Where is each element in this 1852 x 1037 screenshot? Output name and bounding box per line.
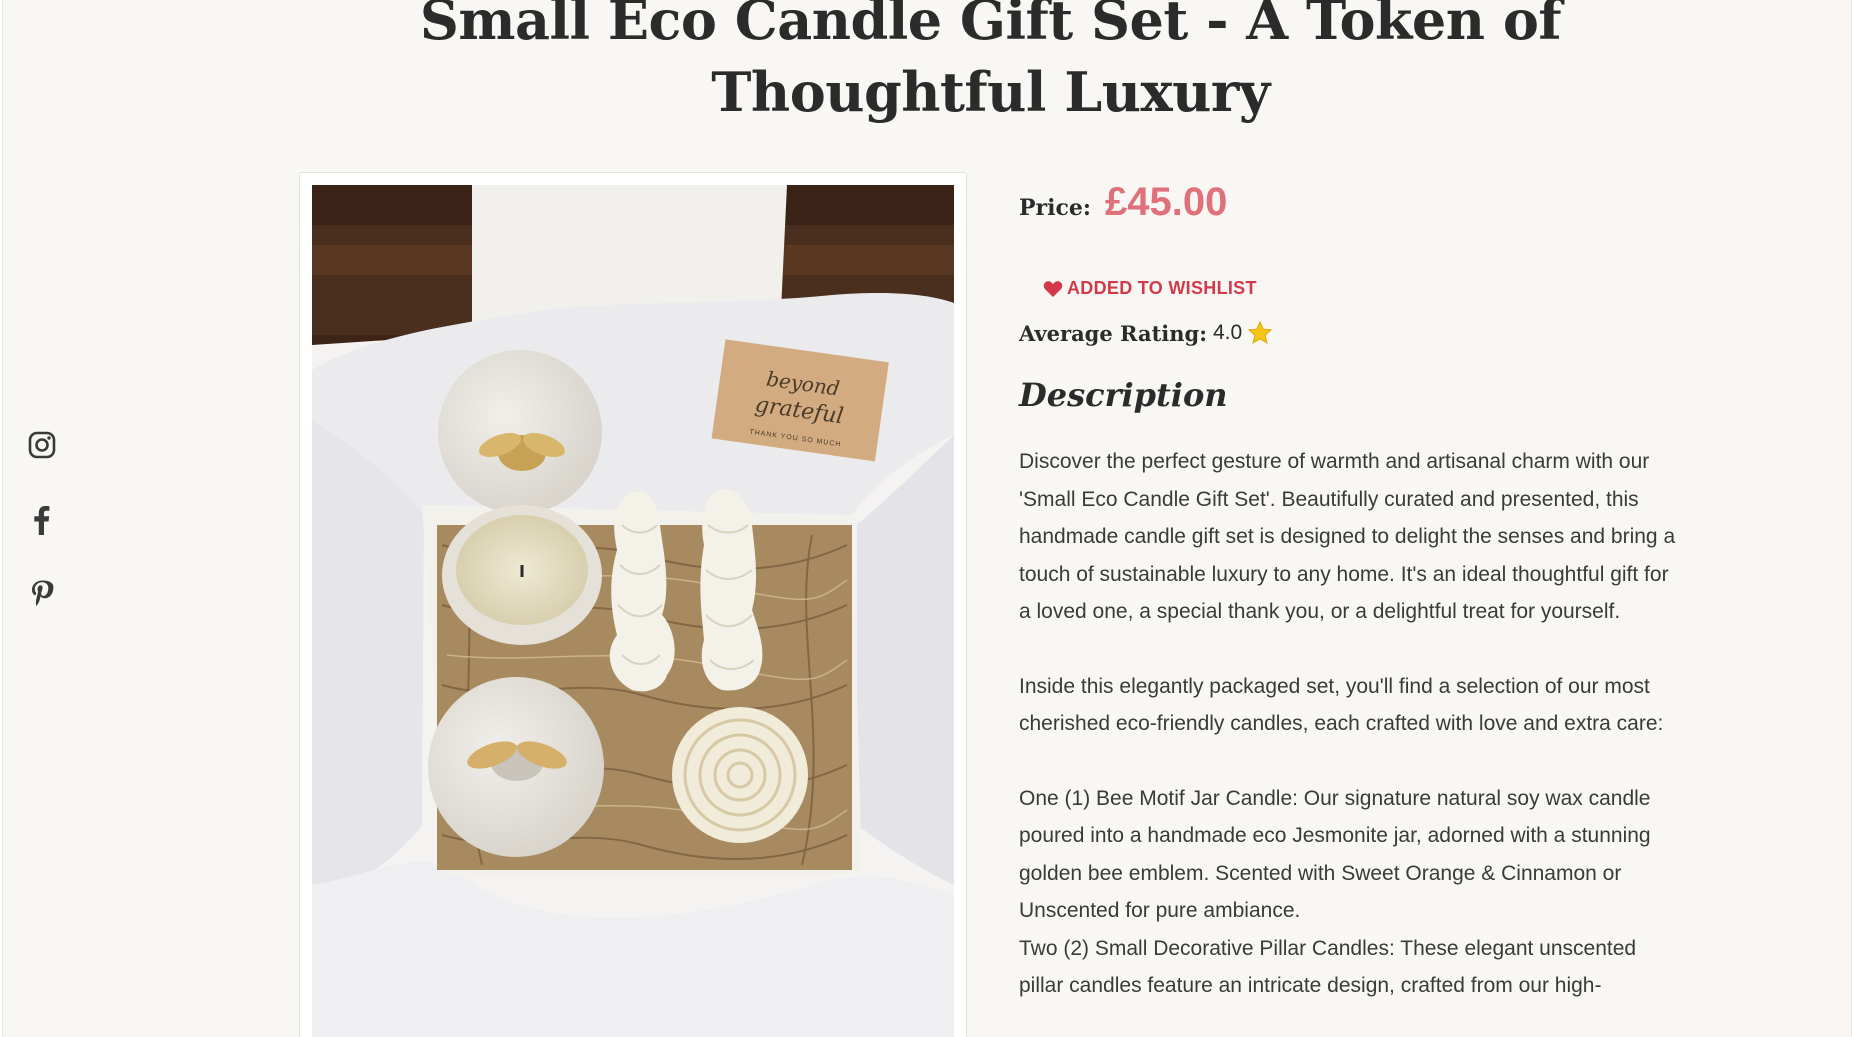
wishlist-label: ADDED TO WISHLIST: [1067, 278, 1257, 298]
heart-icon: [1043, 280, 1063, 297]
product-title: Small Eco Candle Gift Set - A Token of T…: [419, 0, 1562, 124]
description-body: Discover the perfect gesture of warmth a…: [1019, 443, 1679, 1005]
facebook-icon[interactable]: [27, 504, 59, 536]
product-image-card: beyond grateful THANK YOU SO MUCH: [299, 172, 967, 1037]
description-list-item: Two (2) Small Decorative Pillar Candles:…: [1019, 936, 1637, 998]
price-label: Price:: [1019, 195, 1092, 221]
description-paragraph: Discover the perfect gesture of warmth a…: [1019, 450, 1676, 623]
star-icon: [1247, 320, 1273, 344]
instagram-icon[interactable]: [27, 430, 59, 460]
rating-value: 4.0: [1212, 321, 1243, 344]
rating-label: Average Rating:: [1019, 320, 1207, 346]
price-row: Price: £45.00: [1019, 180, 1227, 225]
description-paragraph: Inside this elegantly packaged set, you'…: [1019, 674, 1664, 736]
product-page: Small Eco Candle Gift Set - A Token of T…: [2, 0, 1852, 1037]
pinterest-icon[interactable]: [27, 578, 59, 610]
description-list-item: One (1) Bee Motif Jar Candle: Our signat…: [1019, 786, 1651, 923]
wishlist-button[interactable]: ADDED TO WISHLIST: [1043, 278, 1257, 299]
description-heading: Description: [1019, 376, 1228, 414]
price-value: £45.00: [1105, 180, 1228, 224]
average-rating: Average Rating: 4.0: [1019, 320, 1273, 346]
product-photo[interactable]: beyond grateful THANK YOU SO MUCH: [312, 185, 954, 1037]
